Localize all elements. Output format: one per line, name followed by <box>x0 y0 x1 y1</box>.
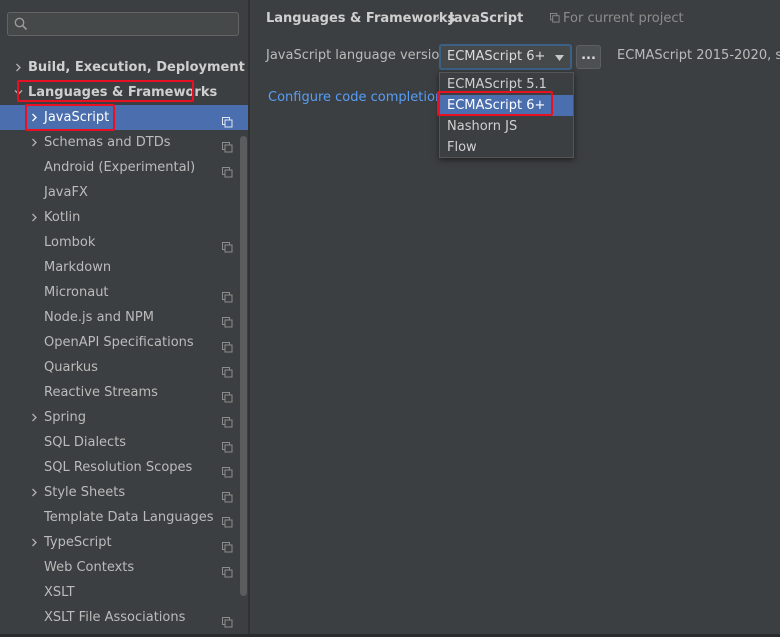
chevron-right-icon[interactable] <box>28 105 40 130</box>
project-scope-icon <box>222 337 233 353</box>
sidebar-scrollbar[interactable] <box>240 136 247 596</box>
dropdown-option-flow[interactable]: Flow <box>440 137 573 158</box>
sidebar-item-template-data-languages[interactable]: Template Data Languages <box>0 505 248 530</box>
sidebar-item-web-contexts[interactable]: Web Contexts <box>0 555 248 580</box>
sidebar-item-label: Style Sheets <box>44 485 126 500</box>
sidebar-item-label: Template Data Languages <box>44 510 214 525</box>
chevron-right-icon[interactable] <box>28 130 40 155</box>
sidebar-item-label: SQL Resolution Scopes <box>44 460 193 475</box>
sidebar-item-javafx[interactable]: JavaFX <box>0 180 248 205</box>
sidebar-item-typescript[interactable]: TypeScript <box>0 530 248 555</box>
sidebar-item-label: Node.js and NPM <box>44 310 154 325</box>
sidebar-item-build-execution-deployment[interactable]: Build, Execution, Deployment <box>0 55 248 80</box>
project-scope-icon <box>222 412 233 428</box>
sidebar-item-label: Build, Execution, Deployment <box>28 60 245 75</box>
sidebar-item-reactive-streams[interactable]: Reactive Streams <box>0 380 248 405</box>
search-field[interactable] <box>7 12 239 36</box>
sidebar-item-android-experimental[interactable]: Android (Experimental) <box>0 155 248 180</box>
language-version-combobox[interactable]: ECMAScript 6+ <box>439 44 572 70</box>
chevron-right-icon[interactable] <box>28 205 40 230</box>
chevron-right-icon[interactable] <box>28 530 40 555</box>
project-scope-icon <box>222 562 233 578</box>
dropdown-option-nashorn-js[interactable]: Nashorn JS <box>440 116 573 137</box>
project-scope-icon <box>222 487 233 503</box>
project-scope-icon <box>222 362 233 378</box>
language-version-dropdown: ECMAScript 5.1 ECMAScript 6+ Nashorn JS Flo… <box>439 72 574 158</box>
sidebar-item-javascript[interactable]: JavaScript <box>0 105 248 130</box>
sidebar-item-xslt[interactable]: XSLT <box>0 580 248 605</box>
project-scope-icon <box>222 112 233 128</box>
sidebar-item-kotlin[interactable]: Kotlin <box>0 205 248 230</box>
project-scope-icon <box>222 237 233 253</box>
configure-completion-link[interactable]: Configure code completion s <box>268 90 454 105</box>
dropdown-option-ecmascript-6[interactable]: ECMAScript 6+ <box>440 95 573 116</box>
sidebar-item-node-js-and-npm[interactable]: Node.js and NPM <box>0 305 248 330</box>
sidebar-item-sql-dialects[interactable]: SQL Dialects <box>0 430 248 455</box>
project-scope-icon <box>222 287 233 303</box>
sidebar-item-label: JavaFX <box>44 185 88 200</box>
chevron-right-icon[interactable] <box>28 405 40 430</box>
project-scope-icon <box>222 462 233 478</box>
chevron-down-icon[interactable] <box>12 80 24 105</box>
sidebar-item-label: Markdown <box>44 260 112 275</box>
sidebar-item-label: Schemas and DTDs <box>44 135 171 150</box>
breadcrumb-separator: › <box>435 11 441 26</box>
chevron-right-icon[interactable] <box>28 480 40 505</box>
version-description: ECMAScript 2015-2020, som <box>617 48 780 63</box>
sidebar-item-spring[interactable]: Spring <box>0 405 248 430</box>
sidebar-item-label: Web Contexts <box>44 560 135 575</box>
sidebar-item-markdown[interactable]: Markdown <box>0 255 248 280</box>
language-version-value: ECMAScript 6+ <box>447 49 546 64</box>
sidebar-item-label: Micronaut <box>44 285 109 300</box>
sidebar-item-languages-frameworks[interactable]: Languages & Frameworks <box>0 80 248 105</box>
project-scope-icon <box>222 137 233 153</box>
sidebar-item-label: OpenAPI Specifications <box>44 335 194 350</box>
breadcrumb-current: JavaScript <box>449 11 524 26</box>
project-scope-icon <box>550 13 560 23</box>
project-scope-icon <box>222 612 233 628</box>
search-icon <box>14 17 28 31</box>
project-scope-icon <box>222 437 233 453</box>
sidebar-item-label: Lombok <box>44 235 96 250</box>
project-scope-icon <box>222 512 233 528</box>
chevron-right-icon[interactable] <box>12 55 24 80</box>
sidebar-item-schemas-and-dtds[interactable]: Schemas and DTDs <box>0 130 248 155</box>
for-current-project-text: For current project <box>563 11 684 26</box>
sidebar-item-sql-resolution-scopes[interactable]: SQL Resolution Scopes <box>0 455 248 480</box>
more-options-button[interactable]: ... <box>576 45 601 69</box>
sidebar-item-openapi-specifications[interactable]: OpenAPI Specifications <box>0 330 248 355</box>
project-scope-icon <box>222 162 233 178</box>
sidebar-item-style-sheets[interactable]: Style Sheets <box>0 480 248 505</box>
project-scope-icon <box>222 387 233 403</box>
sidebar-item-label: Languages & Frameworks <box>28 85 218 100</box>
dropdown-option-ecmascript-5-1[interactable]: ECMAScript 5.1 <box>440 74 573 95</box>
for-current-project-label: For current project <box>550 11 684 26</box>
project-scope-icon <box>222 537 233 553</box>
sidebar-item-label: SQL Dialects <box>44 435 127 450</box>
breadcrumb-parent[interactable]: Languages & Frameworks <box>266 11 455 26</box>
sidebar-item-micronaut[interactable]: Micronaut <box>0 280 248 305</box>
sidebar-item-label: XSLT File Associations <box>44 610 186 625</box>
sidebar-item-quarkus[interactable]: Quarkus <box>0 355 248 380</box>
settings-sidebar: Build, Execution, Deployment Languages & … <box>0 0 248 634</box>
sidebar-item-label: TypeScript <box>44 535 112 550</box>
search-input[interactable] <box>32 15 236 35</box>
sidebar-item-label: Kotlin <box>44 210 81 225</box>
sidebar-item-xslt-file-associations[interactable]: XSLT File Associations <box>0 605 248 630</box>
sidebar-item-label: Quarkus <box>44 360 98 375</box>
sidebar-item-lombok[interactable]: Lombok <box>0 230 248 255</box>
sidebar-item-label: Spring <box>44 410 86 425</box>
sidebar-item-label: Reactive Streams <box>44 385 158 400</box>
sidebar-item-label: JavaScript <box>44 110 110 125</box>
sidebar-item-label: Android (Experimental) <box>44 160 196 175</box>
sidebar-item-label: XSLT <box>44 585 75 600</box>
settings-content: Languages & Frameworks › JavaScript For … <box>250 0 780 634</box>
project-scope-icon <box>222 312 233 328</box>
dropdown-arrow-icon <box>555 55 564 61</box>
language-version-label: JavaScript language version <box>266 48 448 63</box>
